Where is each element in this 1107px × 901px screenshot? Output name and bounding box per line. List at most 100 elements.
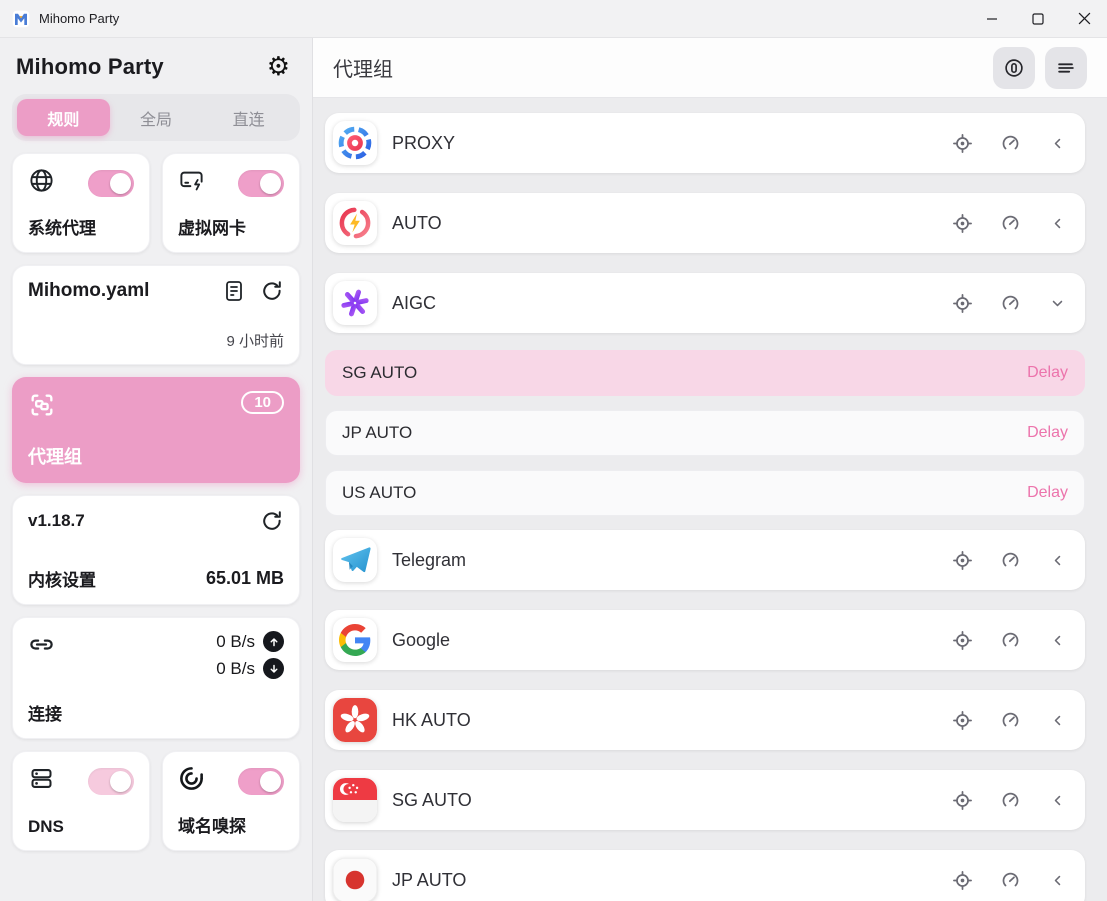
- close-button[interactable]: [1061, 0, 1107, 37]
- profile-card[interactable]: Mihomo.yaml 9 小时前: [12, 265, 300, 365]
- speedtest-gauge-icon[interactable]: [1000, 550, 1021, 571]
- proxy-item[interactable]: SG AUTO Delay: [325, 350, 1085, 396]
- upload-speed: 0 B/s: [216, 632, 255, 652]
- delay-button[interactable]: Delay: [1027, 364, 1068, 382]
- chevron-left-icon[interactable]: [1048, 551, 1067, 570]
- connections-card[interactable]: 0 B/s 0 B/s 连接: [12, 617, 300, 739]
- hk-flag-icon: [333, 698, 377, 742]
- proxy-item[interactable]: US AUTO Delay: [325, 470, 1085, 516]
- core-card[interactable]: v1.18.7 内核设置 65.01 MB: [12, 495, 300, 605]
- main-panel: 代理组: [313, 38, 1107, 901]
- proxy-groups-icon: [28, 391, 56, 424]
- settings-gear-icon[interactable]: ⚙: [267, 54, 296, 80]
- chevron-left-icon[interactable]: [1048, 791, 1067, 810]
- delay-button[interactable]: Delay: [1027, 484, 1068, 502]
- titlebar: Mihomo Party: [0, 0, 1107, 38]
- proxy-groups-nav-card[interactable]: 10 代理组: [12, 377, 300, 483]
- chevron-left-icon[interactable]: [1048, 631, 1067, 650]
- locate-icon[interactable]: [952, 550, 973, 571]
- locate-icon[interactable]: [952, 790, 973, 811]
- proxy-group-row[interactable]: Google: [325, 610, 1085, 670]
- proxy-group-row[interactable]: PROXY: [325, 113, 1085, 173]
- locate-icon[interactable]: [952, 870, 973, 891]
- tab-direct[interactable]: 直连: [202, 99, 295, 136]
- core-memory: 65.01 MB: [206, 568, 284, 589]
- tun-toggle[interactable]: [238, 170, 284, 197]
- speedtest-gauge-icon[interactable]: [1000, 710, 1021, 731]
- page-title: 代理组: [333, 53, 393, 82]
- dns-card[interactable]: DNS: [12, 751, 150, 851]
- google-icon: [333, 618, 377, 662]
- proxy-group-row[interactable]: HK AUTO: [325, 690, 1085, 750]
- proxy-group-row[interactable]: AUTO: [325, 193, 1085, 253]
- proxy-group-row[interactable]: JP AUTO: [325, 850, 1085, 901]
- minimize-button[interactable]: [969, 0, 1015, 37]
- chevron-down-icon[interactable]: [1048, 294, 1067, 313]
- proxy-group-name: SG AUTO: [392, 790, 472, 811]
- outbound-mode-tabs: 规则 全局 直连: [12, 94, 300, 141]
- locate-icon[interactable]: [952, 630, 973, 651]
- delay-button[interactable]: Delay: [1027, 424, 1068, 442]
- sidebar: Mihomo Party ⚙ 规则 全局 直连 系统代理: [0, 38, 313, 901]
- locate-icon[interactable]: [952, 213, 973, 234]
- maximize-button[interactable]: [1015, 0, 1061, 37]
- download-arrow-icon: [263, 658, 284, 679]
- speedtest-gauge-icon[interactable]: [1000, 790, 1021, 811]
- proxy-name: SG AUTO: [342, 363, 417, 383]
- core-version: v1.18.7: [28, 511, 85, 531]
- locate-icon[interactable]: [952, 133, 973, 154]
- dns-toggle[interactable]: [88, 768, 134, 795]
- proxy-group-name: PROXY: [392, 133, 455, 154]
- auto-bolt-icon: [333, 201, 377, 245]
- sniff-toggle[interactable]: [238, 768, 284, 795]
- sg-flag-icon: [333, 778, 377, 822]
- dns-label: DNS: [28, 817, 134, 837]
- chevron-left-icon[interactable]: [1048, 214, 1067, 233]
- proxy-item[interactable]: JP AUTO Delay: [325, 410, 1085, 456]
- app-window: Mihomo Party Mihomo Party ⚙ 规则 全局 直连: [0, 0, 1107, 901]
- proxy-group-row[interactable]: AIGC: [325, 273, 1085, 333]
- system-proxy-card[interactable]: 系统代理: [12, 153, 150, 253]
- main-header: 代理组: [313, 38, 1107, 98]
- tab-rule[interactable]: 规则: [17, 99, 110, 136]
- restart-core-icon[interactable]: [260, 509, 284, 533]
- proxy-shutter-icon: [333, 121, 377, 165]
- speedtest-gauge-icon[interactable]: [1000, 213, 1021, 234]
- proxy-group-row[interactable]: Telegram: [325, 530, 1085, 590]
- tun-card[interactable]: 虚拟网卡: [162, 153, 300, 253]
- tun-device-icon: [178, 167, 205, 199]
- speedtest-gauge-icon[interactable]: [1000, 630, 1021, 651]
- proxy-group-name: HK AUTO: [392, 710, 471, 731]
- core-settings-label: 内核设置: [28, 566, 96, 591]
- proxy-group-row[interactable]: SG AUTO: [325, 770, 1085, 830]
- chevron-left-icon[interactable]: [1048, 134, 1067, 153]
- speedtest-gauge-icon[interactable]: [1000, 133, 1021, 154]
- profile-updated-time: 9 小时前: [28, 330, 284, 351]
- proxy-group-count-badge: 10: [241, 391, 284, 414]
- chevron-left-icon[interactable]: [1048, 871, 1067, 890]
- system-proxy-toggle[interactable]: [88, 170, 134, 197]
- aigc-knot-icon: [333, 281, 377, 325]
- sniff-card[interactable]: 域名嗅探: [162, 751, 300, 851]
- profile-name: Mihomo.yaml: [28, 280, 149, 302]
- locate-icon[interactable]: [952, 293, 973, 314]
- speedtest-gauge-icon[interactable]: [1000, 870, 1021, 891]
- chevron-left-icon[interactable]: [1048, 711, 1067, 730]
- speedtest-gauge-icon[interactable]: [1000, 293, 1021, 314]
- upload-arrow-icon: [263, 631, 284, 652]
- proxy-group-name: AUTO: [392, 213, 442, 234]
- dns-server-icon: [28, 765, 55, 797]
- tab-global[interactable]: 全局: [110, 99, 203, 136]
- connections-label: 连接: [28, 700, 284, 725]
- locate-icon[interactable]: [952, 710, 973, 731]
- proxy-name: JP AUTO: [342, 423, 412, 443]
- tun-label: 虚拟网卡: [178, 214, 284, 239]
- list-layout-button[interactable]: [1045, 47, 1087, 89]
- edit-profile-icon[interactable]: [222, 279, 246, 303]
- refresh-profile-icon[interactable]: [260, 279, 284, 303]
- telegram-icon: [333, 538, 377, 582]
- proxy-group-list: PROXY AU: [313, 98, 1107, 901]
- zero-delay-filter-button[interactable]: [993, 47, 1035, 89]
- sidebar-title: Mihomo Party: [16, 54, 164, 80]
- proxy-group-name: JP AUTO: [392, 870, 466, 891]
